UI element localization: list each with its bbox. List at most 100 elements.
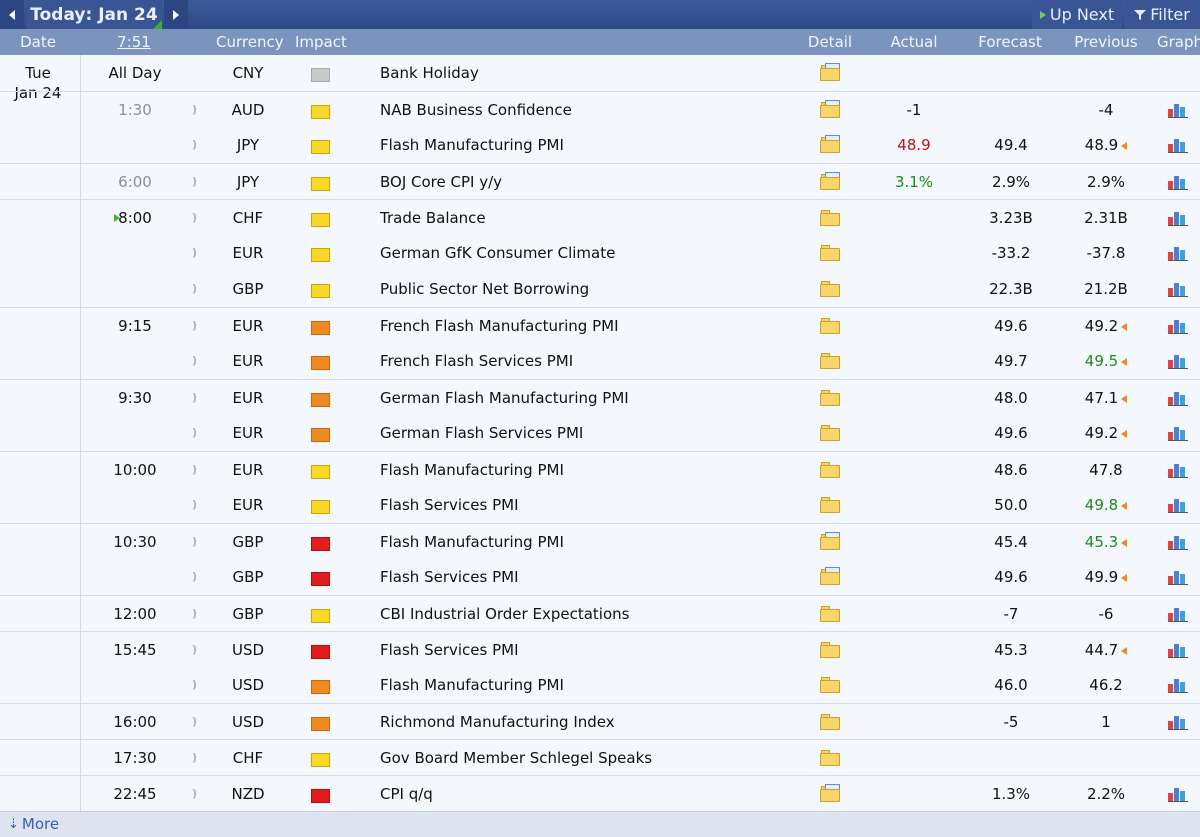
event-name[interactable]: CPI q/q bbox=[380, 776, 433, 812]
revision-arrow-icon[interactable] bbox=[1121, 429, 1128, 438]
impact-yellow-icon[interactable] bbox=[311, 465, 330, 479]
impact-orange-icon[interactable] bbox=[311, 393, 330, 407]
sound-alert-icon[interactable]: ) bbox=[192, 211, 202, 225]
bar-chart-icon[interactable] bbox=[1168, 101, 1188, 118]
folder-icon[interactable] bbox=[820, 353, 840, 369]
impact-orange-icon[interactable] bbox=[311, 428, 330, 442]
event-name[interactable]: French Flash Manufacturing PMI bbox=[380, 308, 619, 344]
impact-orange-icon[interactable] bbox=[311, 356, 330, 370]
more-link[interactable]: ⇣ More bbox=[8, 815, 59, 833]
revision-arrow-icon[interactable] bbox=[1121, 357, 1128, 366]
filter-button[interactable]: Filter bbox=[1124, 0, 1200, 29]
impact-red-icon[interactable] bbox=[311, 537, 330, 551]
impact-orange-icon[interactable] bbox=[311, 321, 330, 335]
event-name[interactable]: Trade Balance bbox=[380, 200, 486, 236]
sound-alert-icon[interactable]: ) bbox=[192, 319, 202, 333]
bar-chart-icon[interactable] bbox=[1168, 389, 1188, 406]
revision-arrow-icon[interactable] bbox=[1121, 394, 1128, 403]
impact-holiday-icon[interactable] bbox=[311, 68, 330, 82]
sound-alert-icon[interactable]: ) bbox=[192, 535, 202, 549]
folder-icon[interactable] bbox=[820, 390, 840, 406]
event-name[interactable]: Gov Board Member Schlegel Speaks bbox=[380, 740, 652, 776]
impact-red-icon[interactable] bbox=[311, 572, 330, 586]
bar-chart-icon[interactable] bbox=[1168, 317, 1188, 334]
up-next-button[interactable]: Up Next bbox=[1032, 0, 1122, 29]
event-name[interactable]: Flash Manufacturing PMI bbox=[380, 127, 564, 163]
event-name[interactable]: NAB Business Confidence bbox=[380, 92, 572, 128]
revision-arrow-icon[interactable] bbox=[1121, 322, 1128, 331]
impact-yellow-icon[interactable] bbox=[311, 177, 330, 191]
revision-arrow-icon[interactable] bbox=[1121, 646, 1128, 655]
bar-chart-icon[interactable] bbox=[1168, 209, 1188, 226]
sound-alert-icon[interactable]: ) bbox=[192, 246, 202, 260]
bar-chart-icon[interactable] bbox=[1168, 496, 1188, 513]
sound-alert-icon[interactable]: ) bbox=[192, 463, 202, 477]
event-name[interactable]: Flash Manufacturing PMI bbox=[380, 524, 564, 560]
folder-icon[interactable] bbox=[820, 784, 840, 802]
folder-icon[interactable] bbox=[820, 245, 840, 261]
bar-chart-icon[interactable] bbox=[1168, 676, 1188, 693]
impact-yellow-icon[interactable] bbox=[311, 213, 330, 227]
event-name[interactable]: CBI Industrial Order Expectations bbox=[380, 596, 629, 632]
sound-alert-icon[interactable]: ) bbox=[192, 715, 202, 729]
bar-chart-icon[interactable] bbox=[1168, 461, 1188, 478]
folder-icon[interactable] bbox=[820, 210, 840, 226]
bar-chart-icon[interactable] bbox=[1168, 424, 1188, 441]
impact-yellow-icon[interactable] bbox=[311, 140, 330, 154]
event-name[interactable]: Flash Manufacturing PMI bbox=[380, 452, 564, 488]
sound-alert-icon[interactable]: ) bbox=[192, 787, 202, 801]
bar-chart-icon[interactable] bbox=[1168, 173, 1188, 190]
event-name[interactable]: BOJ Core CPI y/y bbox=[380, 164, 502, 200]
event-name[interactable]: German GfK Consumer Climate bbox=[380, 235, 615, 271]
bar-chart-icon[interactable] bbox=[1168, 280, 1188, 297]
impact-yellow-icon[interactable] bbox=[311, 284, 330, 298]
bar-chart-icon[interactable] bbox=[1168, 641, 1188, 658]
impact-yellow-icon[interactable] bbox=[311, 500, 330, 514]
folder-icon[interactable] bbox=[820, 318, 840, 334]
folder-icon[interactable] bbox=[820, 532, 840, 550]
sound-alert-icon[interactable]: ) bbox=[192, 391, 202, 405]
bar-chart-icon[interactable] bbox=[1168, 605, 1188, 622]
event-name[interactable]: Public Sector Net Borrowing bbox=[380, 271, 589, 307]
event-name[interactable]: Richmond Manufacturing Index bbox=[380, 704, 615, 740]
folder-icon[interactable] bbox=[820, 100, 840, 118]
folder-icon[interactable] bbox=[820, 172, 840, 190]
impact-yellow-icon[interactable] bbox=[311, 609, 330, 623]
folder-icon[interactable] bbox=[820, 425, 840, 441]
folder-icon[interactable] bbox=[820, 606, 840, 622]
folder-icon[interactable] bbox=[820, 677, 840, 693]
impact-orange-icon[interactable] bbox=[311, 680, 330, 694]
bar-chart-icon[interactable] bbox=[1168, 785, 1188, 802]
folder-icon[interactable] bbox=[820, 497, 840, 513]
folder-icon[interactable] bbox=[820, 135, 840, 153]
impact-red-icon[interactable] bbox=[311, 789, 330, 803]
sound-alert-icon[interactable]: ) bbox=[192, 607, 202, 621]
event-name[interactable]: Flash Services PMI bbox=[380, 559, 519, 595]
impact-yellow-icon[interactable] bbox=[311, 248, 330, 262]
folder-icon[interactable] bbox=[820, 750, 840, 766]
folder-icon[interactable] bbox=[820, 714, 840, 730]
impact-orange-icon[interactable] bbox=[311, 717, 330, 731]
event-name[interactable]: Bank Holiday bbox=[380, 55, 479, 91]
revision-arrow-icon[interactable] bbox=[1121, 501, 1128, 510]
sound-alert-icon[interactable]: ) bbox=[192, 751, 202, 765]
sound-alert-icon[interactable]: ) bbox=[192, 354, 202, 368]
event-name[interactable]: Flash Services PMI bbox=[380, 487, 519, 523]
sound-alert-icon[interactable]: ) bbox=[192, 643, 202, 657]
sound-alert-icon[interactable]: ) bbox=[192, 570, 202, 584]
revision-arrow-icon[interactable] bbox=[1121, 573, 1128, 582]
folder-icon[interactable] bbox=[820, 567, 840, 585]
event-name[interactable]: German Flash Manufacturing PMI bbox=[380, 380, 629, 416]
bar-chart-icon[interactable] bbox=[1168, 533, 1188, 550]
impact-yellow-icon[interactable] bbox=[311, 105, 330, 119]
folder-icon[interactable] bbox=[820, 281, 840, 297]
header-current-time[interactable]: 7:51 bbox=[117, 29, 151, 55]
event-name[interactable]: German Flash Services PMI bbox=[380, 415, 583, 451]
folder-icon[interactable] bbox=[820, 462, 840, 478]
sound-alert-icon[interactable]: ) bbox=[192, 498, 202, 512]
sound-alert-icon[interactable]: ) bbox=[192, 138, 202, 152]
bar-chart-icon[interactable] bbox=[1168, 244, 1188, 261]
sound-alert-icon[interactable]: ) bbox=[192, 426, 202, 440]
bar-chart-icon[interactable] bbox=[1168, 136, 1188, 153]
sound-alert-icon[interactable]: ) bbox=[192, 175, 202, 189]
